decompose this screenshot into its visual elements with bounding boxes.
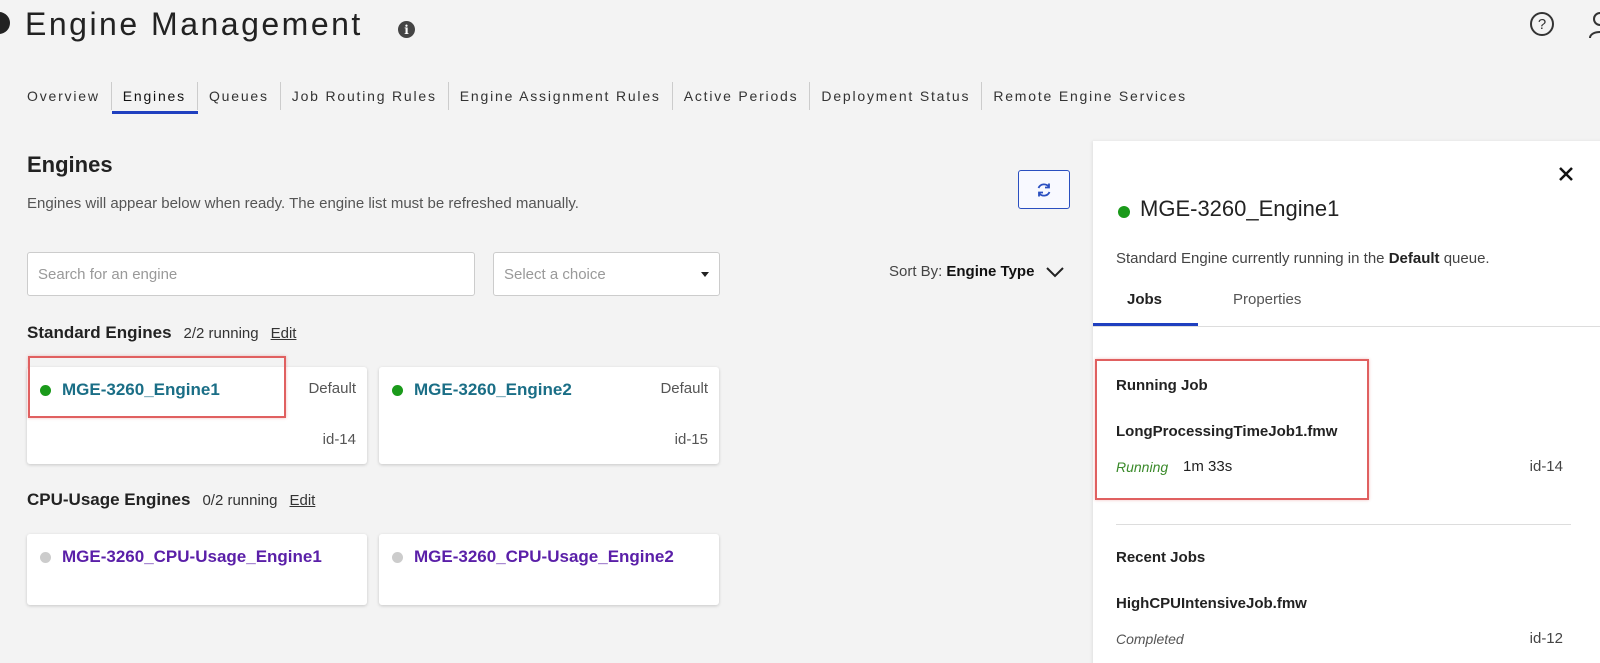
engine-card[interactable]: MGE-3260_Engine2 Default id-15 <box>379 367 719 464</box>
engine-queue: Default <box>308 380 356 397</box>
refresh-button[interactable] <box>1018 170 1070 209</box>
tab-engines[interactable]: Engines <box>111 82 199 114</box>
choice-select[interactable]: Select a choice <box>493 252 720 296</box>
desc-queue: Default <box>1388 250 1440 267</box>
group-header-cpu-usage: CPU-Usage Engines 0/2 running Edit <box>27 490 315 510</box>
refresh-icon <box>1037 182 1051 197</box>
section-title: Engines <box>27 152 113 177</box>
running-job-heading: Running Job <box>1116 377 1208 394</box>
engine-name-link[interactable]: MGE-3260_CPU-Usage_Engine1 <box>62 547 322 567</box>
engine-id: id-14 <box>322 431 356 448</box>
engine-queue: Default <box>660 380 708 397</box>
tab-properties[interactable]: Properties <box>1233 291 1301 308</box>
panel-title: MGE-3260_Engine1 <box>1140 196 1340 221</box>
running-job-duration: 1m 33s <box>1183 458 1233 475</box>
tab-divider <box>110 82 112 110</box>
tab-deployment-status[interactable]: Deployment Status <box>821 82 970 114</box>
edit-link[interactable]: Edit <box>271 325 297 342</box>
tab-queues[interactable]: Queues <box>209 82 269 114</box>
running-job-file[interactable]: LongProcessingTimeJob1.fmw <box>1116 423 1337 440</box>
tab-overview[interactable]: Overview <box>27 82 100 114</box>
tab-job-routing-rules[interactable]: Job Routing Rules <box>292 82 437 114</box>
recent-job-id: id-12 <box>1529 630 1563 647</box>
running-job-status: Running <box>1116 459 1169 475</box>
engine-name-link[interactable]: MGE-3260_Engine2 <box>414 380 572 400</box>
status-dot <box>40 552 51 563</box>
group-running-count: 0/2 running <box>202 492 278 509</box>
engine-detail-panel: MGE-3260_Engine1 Standard Engine current… <box>1093 141 1600 663</box>
status-dot <box>392 552 403 563</box>
tab-active-indicator <box>1093 323 1198 326</box>
recent-jobs-heading: Recent Jobs <box>1116 549 1206 566</box>
tab-engine-assignment-rules[interactable]: Engine Assignment Rules <box>460 82 661 114</box>
divider <box>1116 524 1571 525</box>
panel-tabs: Jobs Properties <box>1093 291 1600 327</box>
tab-divider <box>196 82 198 110</box>
help-icon[interactable]: ? <box>1530 12 1554 36</box>
tab-divider <box>981 82 983 110</box>
select-placeholder: Select a choice <box>504 265 606 283</box>
tab-active-periods[interactable]: Active Periods <box>684 82 799 114</box>
logo-icon <box>0 12 10 34</box>
sort-control[interactable]: Sort By: Engine Type <box>889 263 1065 280</box>
group-name: Standard Engines <box>27 323 172 342</box>
close-icon[interactable] <box>1558 166 1574 182</box>
running-job-id: id-14 <box>1529 458 1563 475</box>
page-title: Engine Management <box>25 6 363 42</box>
engine-card[interactable]: MGE-3260_CPU-Usage_Engine2 <box>379 534 719 605</box>
tab-jobs[interactable]: Jobs <box>1127 291 1162 308</box>
engine-card[interactable]: MGE-3260_CPU-Usage_Engine1 <box>27 534 367 605</box>
status-dot <box>1118 206 1130 218</box>
desc-prefix: Standard Engine currently running in the <box>1116 250 1385 267</box>
recent-job-file[interactable]: HighCPUIntensiveJob.fmw <box>1116 595 1307 612</box>
main-tabs: Overview Engines Queues Job Routing Rule… <box>27 82 1187 114</box>
section-description: Engines will appear below when ready. Th… <box>27 195 579 212</box>
group-name: CPU-Usage Engines <box>27 490 191 509</box>
tab-divider <box>279 82 281 110</box>
info-icon[interactable]: i <box>398 21 415 38</box>
sort-value: Engine Type <box>946 263 1035 280</box>
chevron-down-icon <box>1046 266 1065 277</box>
tab-divider <box>447 82 449 110</box>
engine-name-link[interactable]: MGE-3260_CPU-Usage_Engine2 <box>414 547 674 567</box>
desc-suffix: queue. <box>1443 250 1490 267</box>
recent-job-status: Completed <box>1116 631 1184 647</box>
sort-label: Sort By: <box>889 263 943 280</box>
group-header-standard: Standard Engines 2/2 running Edit <box>27 323 296 343</box>
tab-remote-engine-services[interactable]: Remote Engine Services <box>993 82 1187 114</box>
status-dot <box>392 385 403 396</box>
edit-link[interactable]: Edit <box>290 492 316 509</box>
group-running-count: 2/2 running <box>183 325 259 342</box>
search-input[interactable] <box>27 252 475 296</box>
user-icon[interactable] <box>1588 10 1600 40</box>
tab-divider <box>809 82 811 110</box>
engine-id: id-15 <box>674 431 708 448</box>
panel-description: Standard Engine currently running in the… <box>1116 250 1490 267</box>
highlight-annotation <box>28 356 286 418</box>
tab-divider <box>671 82 673 110</box>
caret-down-icon <box>701 271 709 277</box>
